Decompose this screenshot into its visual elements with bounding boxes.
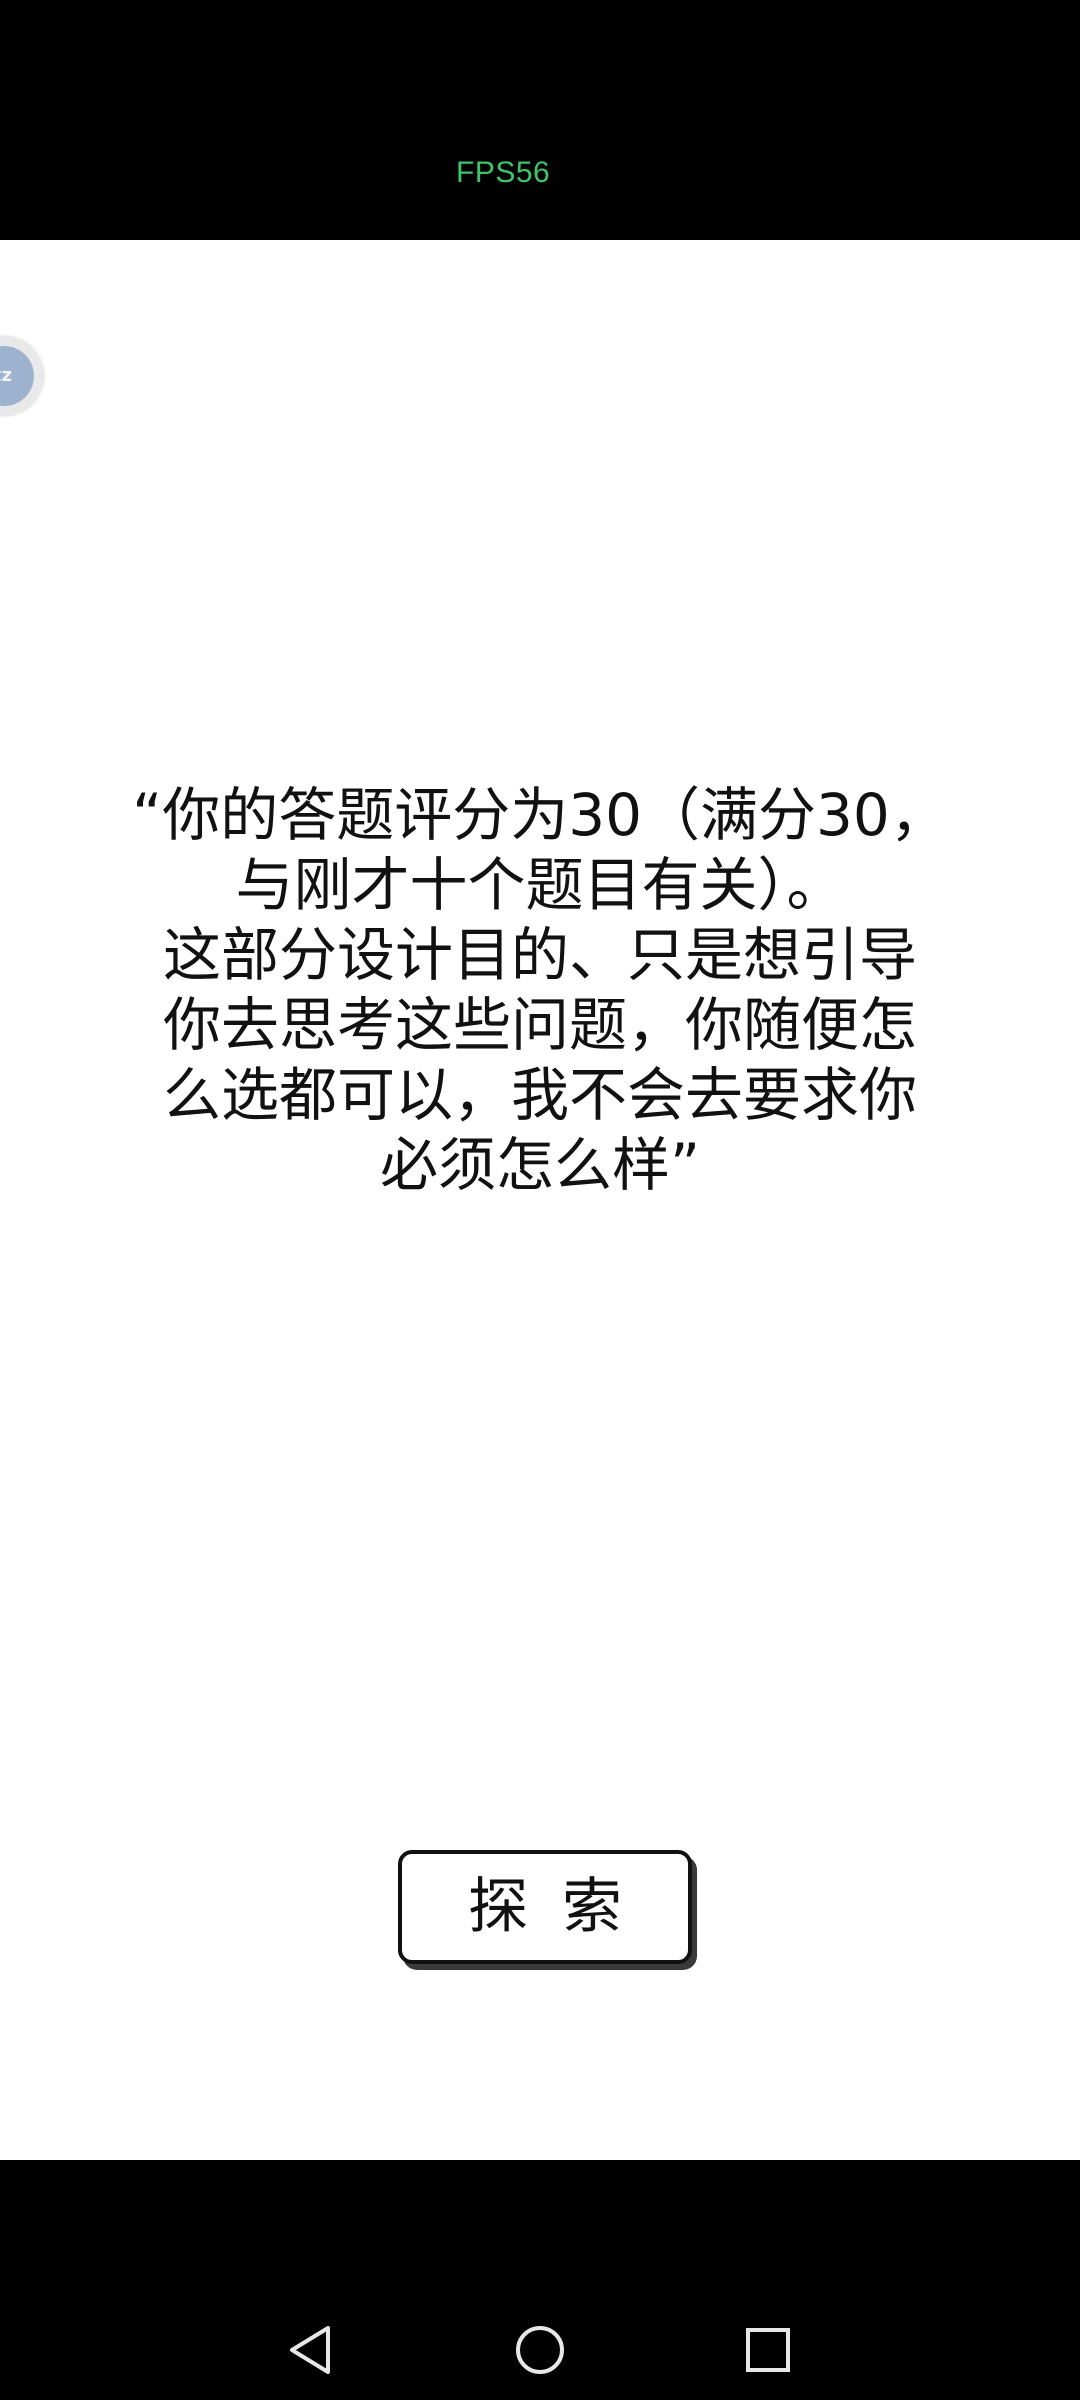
recent-apps-icon[interactable] — [728, 2310, 808, 2390]
floating-assistant-ball[interactable]: zz — [0, 336, 44, 416]
explore-button[interactable]: 探索 — [398, 1850, 692, 1964]
floating-ball-label: zz — [0, 346, 34, 406]
home-icon[interactable] — [500, 2310, 580, 2390]
dialog-text: “你的答题评分为30（满分30， 与刚才十个题目有关）。 这部分设计目的、只是想… — [132, 781, 948, 1199]
navigation-bar — [0, 2160, 1080, 2400]
fps-counter: FPS56 — [456, 156, 551, 189]
game-content: zz “你的答题评分为30（满分30， 与刚才十个题目有关）。 这部分设计目的、… — [0, 240, 1080, 2160]
screen: FPS56 zz “你的答题评分为30（满分30， 与刚才十个题目有关）。 这部… — [0, 0, 1080, 2400]
back-icon[interactable] — [270, 2310, 350, 2390]
top-bar: FPS56 — [0, 0, 1080, 240]
